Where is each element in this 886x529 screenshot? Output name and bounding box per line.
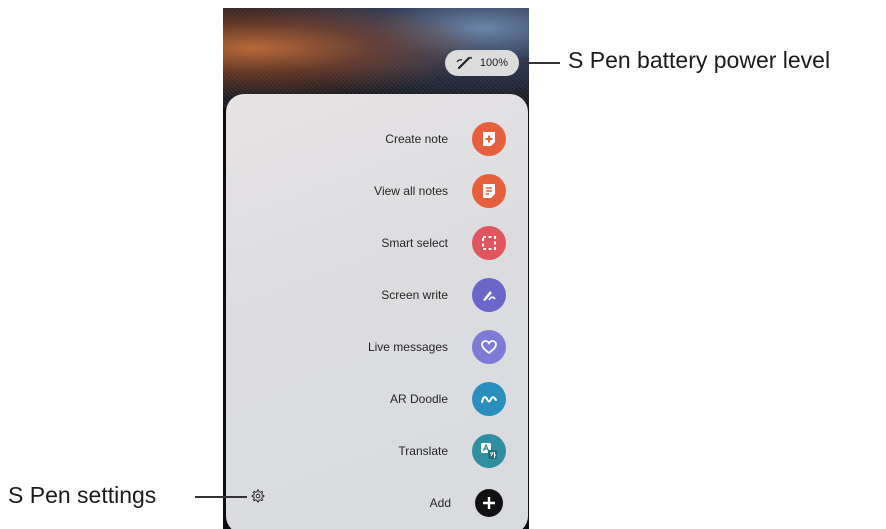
menu-item-label: View all notes <box>374 184 448 198</box>
create-note-icon <box>472 122 506 156</box>
battery-callout-line <box>522 62 560 64</box>
settings-callout-label: S Pen settings <box>8 482 157 508</box>
settings-callout-line <box>195 496 247 498</box>
menu-item-translate[interactable]: Translate <box>266 431 506 471</box>
menu-item-label: Smart select <box>381 236 448 250</box>
menu-item-screen-write[interactable]: Screen write <box>266 275 506 315</box>
menu-item-live-messages[interactable]: Live messages <box>266 327 506 367</box>
menu-item-label: Add <box>429 496 451 510</box>
s-pen-icon <box>456 56 472 70</box>
menu-item-label: Live messages <box>367 340 448 354</box>
menu-item-smart-select[interactable]: Smart select <box>266 223 506 263</box>
menu-item-view-all-notes[interactable]: View all notes <box>266 171 506 211</box>
menu-item-label: Create note <box>385 132 448 146</box>
translate-icon <box>472 434 506 468</box>
s-pen-battery-indicator: 100% <box>445 50 519 76</box>
view-notes-icon <box>472 174 506 208</box>
screen-write-icon <box>472 278 506 312</box>
gear-icon[interactable] <box>251 489 265 503</box>
live-messages-icon <box>472 330 506 364</box>
menu-item-add[interactable]: Add <box>266 483 506 523</box>
menu-item-create-note[interactable]: Create note <box>266 119 506 159</box>
menu-item-ar-doodle[interactable]: AR Doodle <box>266 379 506 419</box>
battery-level: 100% <box>479 57 509 69</box>
add-icon <box>475 489 503 517</box>
ar-doodle-icon <box>472 382 506 416</box>
menu-item-label: Screen write <box>381 288 448 302</box>
air-command-panel: Create note View all notes Smart select <box>226 94 528 529</box>
battery-callout-label: S Pen battery power level <box>568 47 831 73</box>
menu-item-label: AR Doodle <box>389 392 448 406</box>
smart-select-icon <box>472 226 506 260</box>
menu-item-label: Translate <box>398 444 448 458</box>
phone-screen: 100% Create note View all notes Smart se… <box>223 8 529 529</box>
